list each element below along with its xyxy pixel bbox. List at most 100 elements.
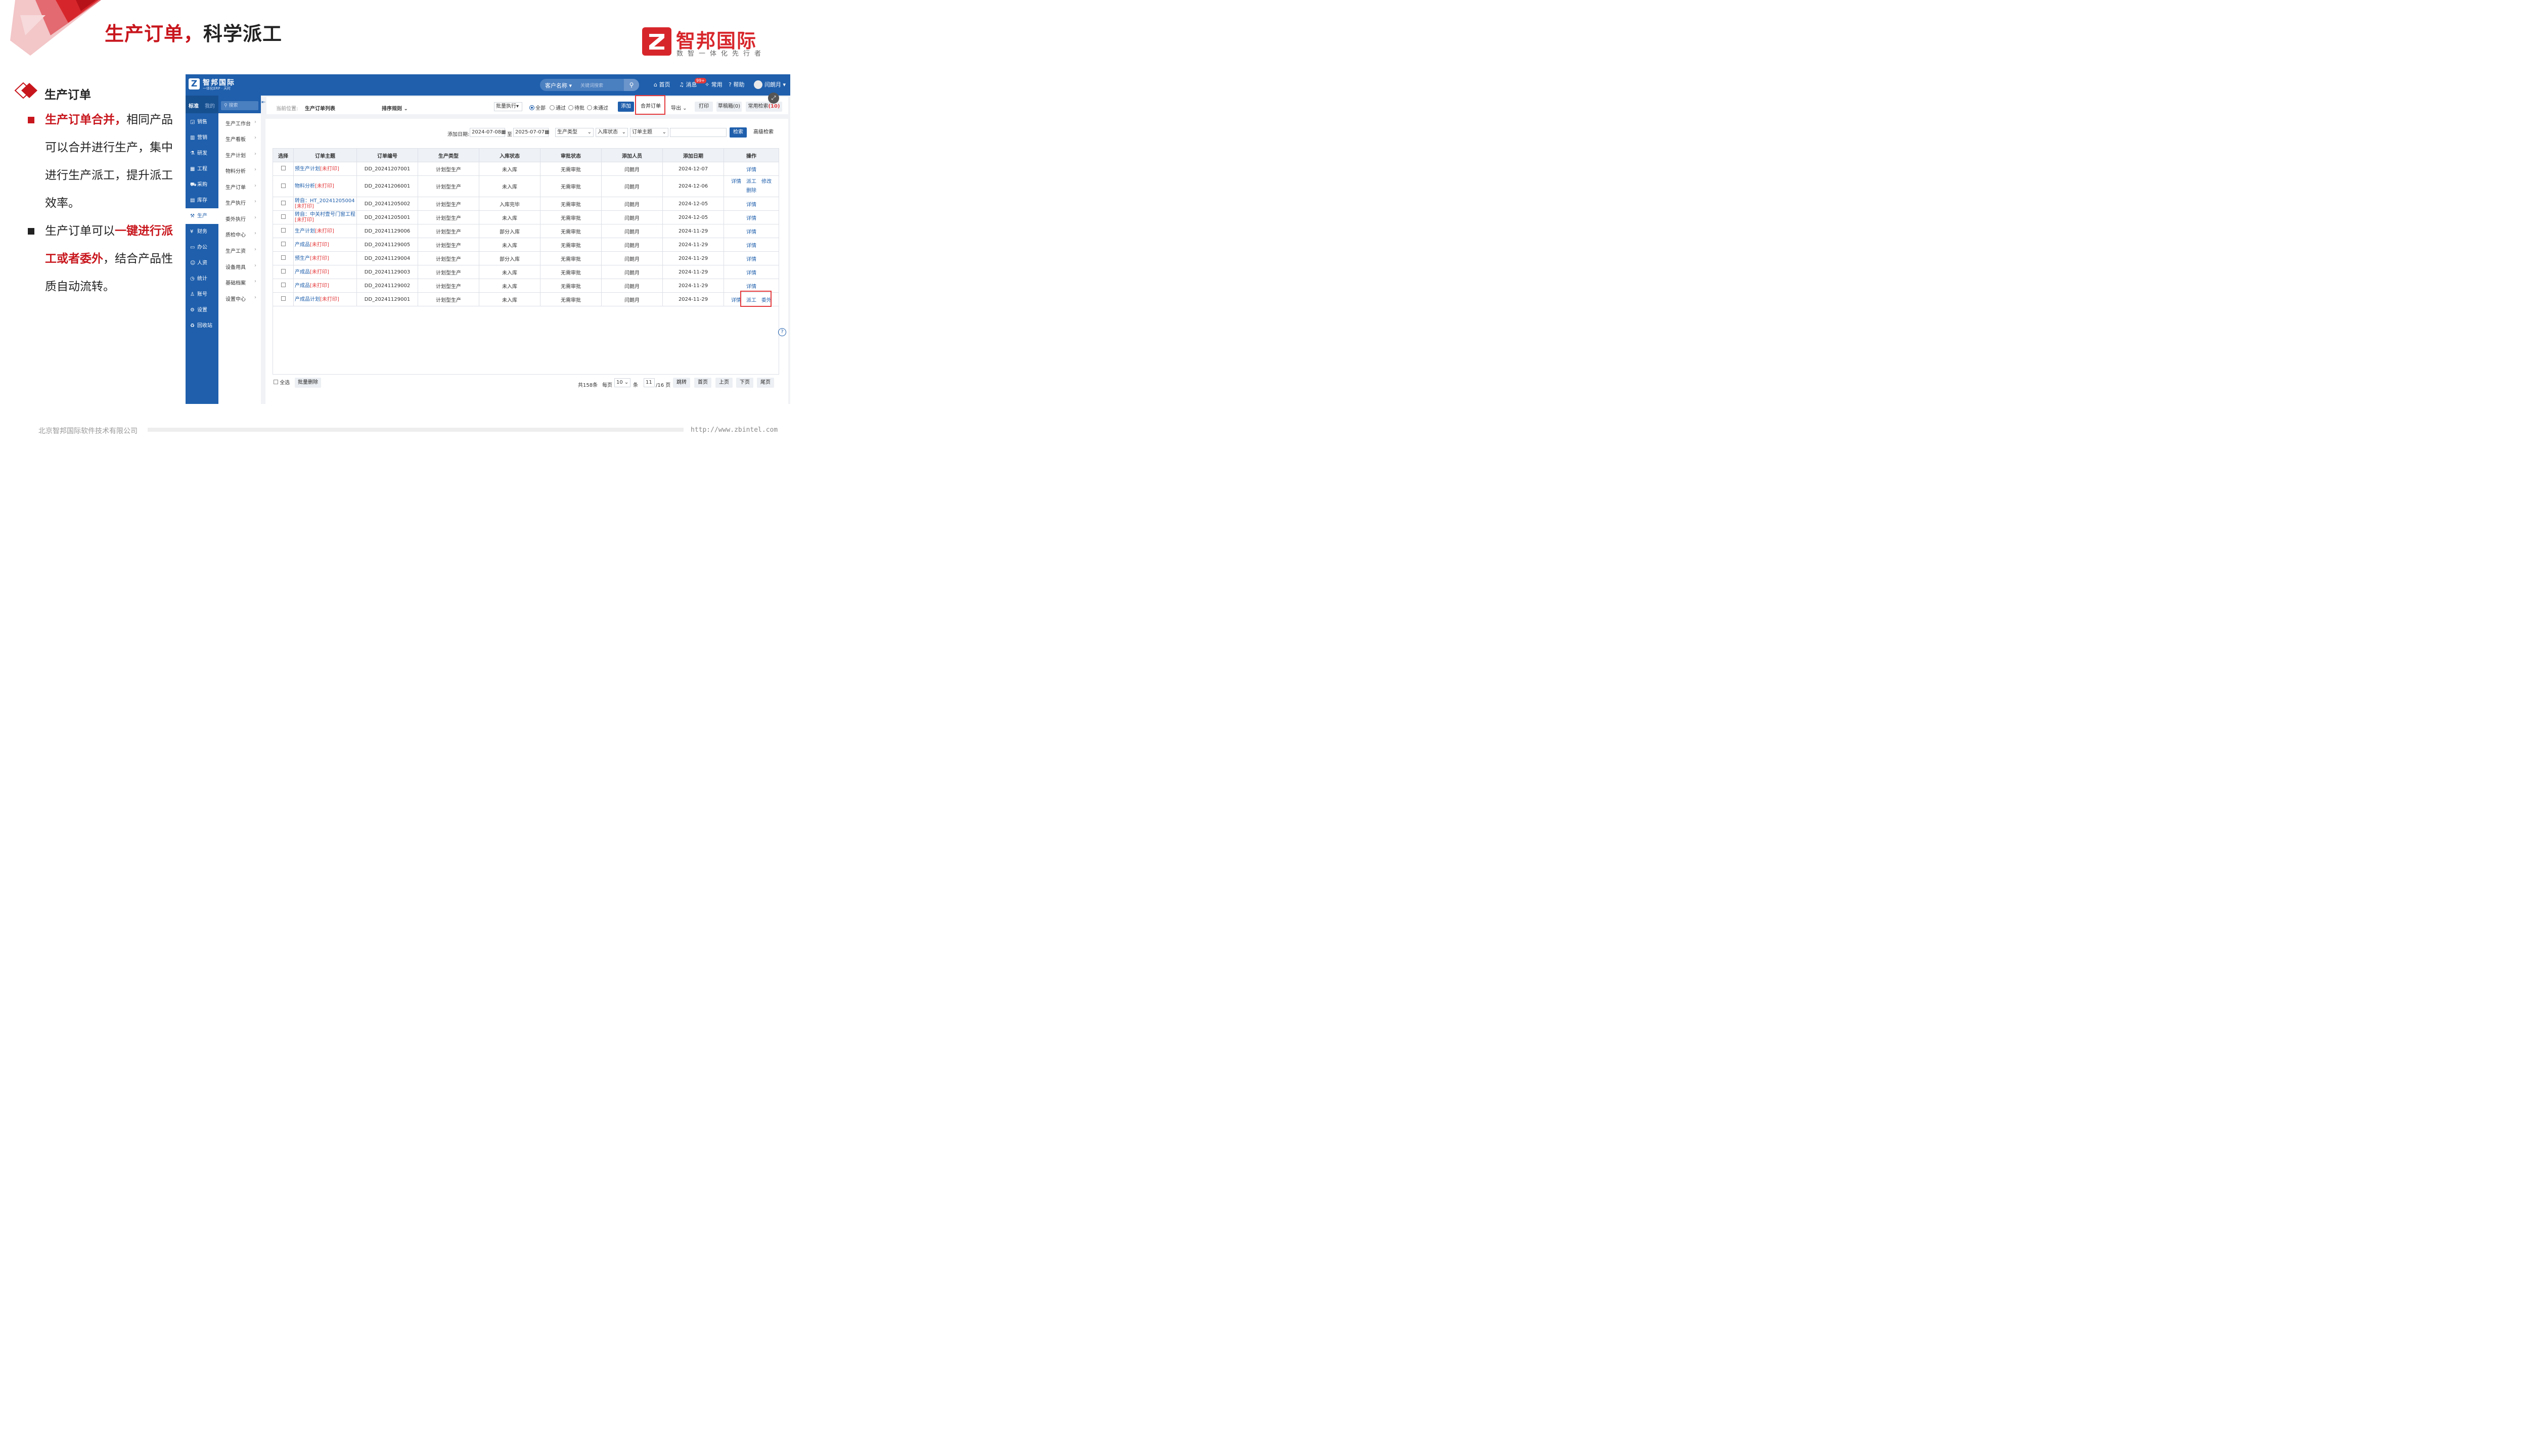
sidebar-item-hr[interactable]: ☺ 人资 xyxy=(186,255,218,271)
nav-help[interactable]: ? 帮助 xyxy=(729,80,744,88)
submenu-item[interactable]: 生产工作台 xyxy=(225,119,251,127)
nav-home[interactable]: ⌂ 首页 xyxy=(654,80,670,88)
page-input[interactable]: 11 xyxy=(644,378,655,387)
date-to-input[interactable]: 2025-07-07▦ xyxy=(513,128,550,137)
stock-status-select[interactable]: 入库状态 ⌄ xyxy=(596,128,628,137)
order-topic-link[interactable]: 产成品[未打印] xyxy=(293,265,357,279)
order-topic-link[interactable]: 预生产[未打印] xyxy=(293,251,357,265)
help-circle-icon[interactable]: ? xyxy=(778,328,786,336)
submenu-item[interactable]: 生产执行 xyxy=(225,199,246,206)
dispatch-link[interactable]: 派工 xyxy=(746,179,756,185)
tab-standard[interactable]: 标准 xyxy=(189,102,199,109)
submenu-item[interactable]: 生产计划 xyxy=(225,151,246,159)
detail-link[interactable]: 详情 xyxy=(746,216,756,221)
last-page-button[interactable]: 尾页 xyxy=(757,378,774,388)
fullscreen-icon[interactable]: ⤢ xyxy=(768,93,779,104)
submenu-item[interactable]: 质检中心 xyxy=(225,231,246,238)
first-page-button[interactable]: 首页 xyxy=(694,378,711,388)
sidebar-item-marketing[interactable]: ▥ 营销 xyxy=(186,130,218,146)
prev-page-button[interactable]: 上页 xyxy=(715,378,733,388)
submenu-item[interactable]: 生产订单 xyxy=(225,183,246,191)
submenu-item[interactable]: 设置中心 xyxy=(225,295,246,302)
sidebar-item-sales[interactable]: ◲ 销售 xyxy=(186,114,218,130)
nav-user[interactable]: 闫朗月 ▾ xyxy=(764,80,786,88)
search-input[interactable]: 关键词搜索 xyxy=(580,82,603,88)
row-checkbox[interactable] xyxy=(281,255,286,260)
jump-button[interactable]: 跳转 xyxy=(673,378,690,388)
edit-link[interactable]: 修改 xyxy=(761,179,772,185)
detail-link[interactable]: 详情 xyxy=(746,270,756,276)
submenu-search-input[interactable]: ⚲ 搜索 xyxy=(221,101,258,110)
order-topic-link[interactable]: 预生产计划[未打印] xyxy=(293,162,357,176)
submenu-item[interactable]: 基础档案 xyxy=(225,279,246,286)
export-button[interactable]: 导出 ⌄ xyxy=(671,104,687,111)
filter-rejected[interactable]: 未通过 xyxy=(587,104,608,111)
search-icon[interactable]: ⚲ xyxy=(624,79,639,91)
filter-pass[interactable]: 通过 xyxy=(550,104,566,111)
sidebar-item-engineering[interactable]: ▦ 工程 xyxy=(186,161,218,177)
sidebar-item-settings[interactable]: ⚙ 设置 xyxy=(186,302,218,318)
submenu-item[interactable]: 物料分析 xyxy=(225,167,246,174)
order-topic-link[interactable]: 产成品计划[未打印] xyxy=(293,292,357,306)
detail-link[interactable]: 详情 xyxy=(746,202,756,208)
nav-messages[interactable]: ♫ 消息 xyxy=(679,80,697,88)
next-page-button[interactable]: 下页 xyxy=(736,378,753,388)
order-topic-link[interactable]: 产成品[未打印] xyxy=(293,279,357,293)
row-checkbox[interactable] xyxy=(281,166,286,170)
keyword-input[interactable] xyxy=(670,128,727,137)
batch-exec-select[interactable]: 批量执行▾ xyxy=(494,102,522,111)
sidebar-item-finance[interactable]: ¥ 财务 xyxy=(186,224,218,240)
row-checkbox[interactable] xyxy=(281,228,286,233)
add-button[interactable]: 添加 xyxy=(618,102,634,112)
batch-delete-button[interactable]: 批量删除 xyxy=(295,378,321,388)
row-checkbox[interactable] xyxy=(281,183,286,188)
order-topic-link[interactable]: 转自：中关村壹号门窗工程[未打印] xyxy=(293,210,357,224)
sidebar-item-rd[interactable]: ⚗ 研发 xyxy=(186,146,218,161)
row-checkbox[interactable] xyxy=(281,269,286,274)
order-topic-link[interactable]: 转自：HT_20241205004 [未打印] xyxy=(293,197,357,211)
submenu-item[interactable]: 委外执行 xyxy=(225,215,246,222)
detail-link[interactable]: 详情 xyxy=(746,230,756,235)
sidebar-item-purchase[interactable]: ⛟采购 xyxy=(186,177,218,193)
collapse-icon[interactable]: ⇤ xyxy=(261,100,265,105)
sidebar-item-stats[interactable]: ◷ 统计 xyxy=(186,271,218,287)
delete-link[interactable]: 删除 xyxy=(746,188,756,194)
sidebar-item-account[interactable]: ♙ 账号 xyxy=(186,287,218,302)
select-all[interactable]: 全选 xyxy=(274,378,290,386)
sidebar-item-office[interactable]: ▭ 办公 xyxy=(186,240,218,255)
print-button[interactable]: 打印 xyxy=(695,102,713,112)
submenu-item[interactable]: 生产看板 xyxy=(225,135,246,143)
row-checkbox[interactable] xyxy=(281,242,286,246)
date-from-input[interactable]: 2024-07-08▦ xyxy=(470,128,506,137)
order-topic-link[interactable]: 生产计划[未打印] xyxy=(293,224,357,238)
avatar[interactable] xyxy=(754,80,762,89)
production-type-select[interactable]: 生产类型 ⌄ xyxy=(555,128,594,137)
row-checkbox[interactable] xyxy=(281,296,286,301)
row-checkbox[interactable] xyxy=(281,214,286,219)
order-topic-link[interactable]: 产成品[未打印] xyxy=(293,238,357,252)
advanced-search-button[interactable]: 高级检索 xyxy=(750,127,777,138)
order-topic-link[interactable]: 物料分析[未打印] xyxy=(293,175,357,197)
detail-link[interactable]: 详情 xyxy=(731,298,741,303)
sidebar-item-stock[interactable]: ▤ 库存 xyxy=(186,193,218,208)
per-page-select[interactable]: 10 ⌄ xyxy=(614,378,630,387)
sort-rule-dropdown[interactable]: 排序规则 ⌄ xyxy=(382,104,408,112)
submenu-item[interactable]: 设备用具 xyxy=(225,263,246,270)
filter-pending[interactable]: 待批 xyxy=(568,104,584,111)
detail-link[interactable]: 详情 xyxy=(746,284,756,290)
global-search[interactable]: 客户名称 ▾ 关键词搜索 ⚲ xyxy=(540,79,639,91)
detail-link[interactable]: 详情 xyxy=(746,243,756,249)
order-topic-select[interactable]: 订单主题 ⌄ xyxy=(630,128,668,137)
sidebar-item-recycle[interactable]: ♻ 回收站 xyxy=(186,318,218,334)
detail-link[interactable]: 详情 xyxy=(746,257,756,262)
detail-link[interactable]: 详情 xyxy=(746,167,756,173)
row-checkbox[interactable] xyxy=(281,283,286,287)
search-button[interactable]: 检索 xyxy=(730,127,747,138)
tab-mine[interactable]: 我的 xyxy=(205,102,215,109)
filter-all[interactable]: 全部 xyxy=(529,104,546,111)
row-checkbox[interactable] xyxy=(281,201,286,205)
submenu-item[interactable]: 生产工资 xyxy=(225,247,246,254)
common-search-button[interactable]: 常用检索(10) xyxy=(746,102,782,112)
draft-box-button[interactable]: 草稿箱(0) xyxy=(716,102,742,112)
detail-link[interactable]: 详情 xyxy=(731,179,741,185)
